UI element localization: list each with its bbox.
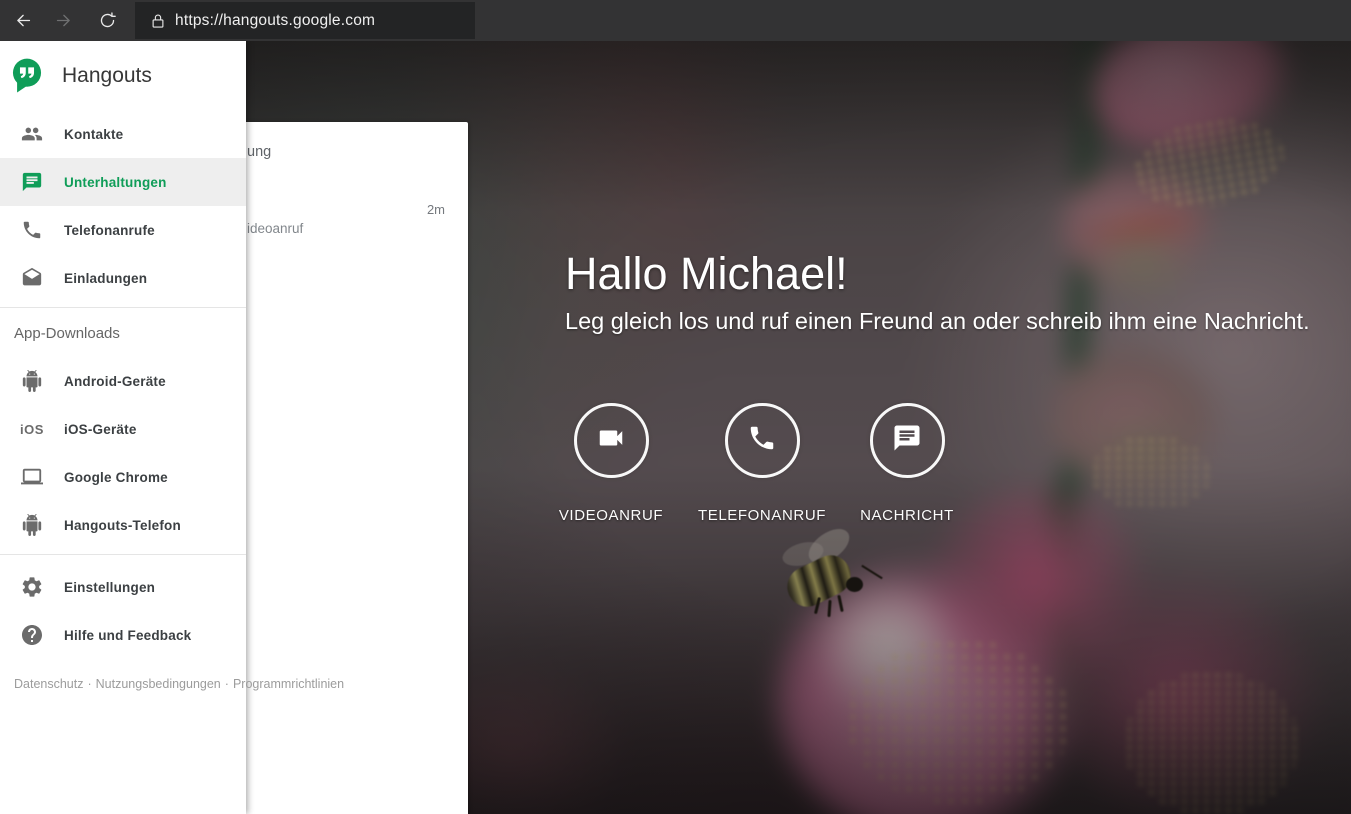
sidebar-item-hangouts-telefon[interactable]: Hangouts-Telefon — [0, 501, 246, 549]
sidebar-item-label: Telefonanrufe — [64, 222, 155, 238]
message-icon — [892, 423, 922, 458]
android-icon — [0, 370, 64, 392]
greeting-heading: Hallo Michael! — [565, 248, 848, 299]
conversation-snippet-fragment: ideoanruf — [247, 221, 304, 236]
forward-icon[interactable] — [46, 4, 80, 38]
chat-icon — [0, 171, 64, 193]
sidebar-item-ios-geraete[interactable]: iOS iOS-Geräte — [0, 405, 246, 453]
url-text: https://hangouts.google.com — [175, 11, 376, 29]
android-icon — [0, 514, 64, 536]
sidebar-item-label: Einstellungen — [64, 579, 156, 595]
sidebar-item-android-geraete[interactable]: Android-Geräte — [0, 357, 246, 405]
lock-icon[interactable] — [149, 12, 167, 30]
phone-icon — [747, 423, 777, 458]
phone-call-label: TELEFONANRUF — [697, 507, 827, 524]
terms-link[interactable]: Nutzungsbedingungen — [96, 677, 221, 691]
drawer-nav: Kontakte Unterhaltungen Telefonanrufe Ei… — [0, 110, 246, 302]
people-icon — [0, 123, 64, 145]
help-icon — [0, 623, 64, 647]
app-downloads-heading: App-Downloads — [14, 325, 120, 342]
conversation-timestamp: 2m — [426, 202, 445, 217]
sidebar-footer: Datenschutz · Nutzungsbedingungen · Programm… — [14, 675, 344, 693]
message-button[interactable]: NACHRICHT — [827, 403, 987, 524]
sidebar-item-telefonanrufe[interactable]: Telefonanrufe — [0, 206, 246, 254]
sidebar-item-google-chrome[interactable]: Google Chrome — [0, 453, 246, 501]
privacy-link[interactable]: Datenschutz — [14, 677, 83, 691]
sidebar-item-einladungen[interactable]: Einladungen — [0, 254, 246, 302]
sidebar-item-label: Hilfe und Feedback — [64, 627, 192, 643]
ios-text-icon: iOS — [20, 421, 44, 437]
app-title: Hangouts — [62, 63, 152, 87]
hangouts-logo-icon — [12, 58, 42, 93]
footer-separator: · — [87, 677, 92, 691]
mail-open-icon — [0, 267, 64, 289]
sidebar-item-label: Kontakte — [64, 126, 124, 142]
sidebar-item-label: Einladungen — [64, 270, 148, 286]
sidebar-item-label: Unterhaltungen — [64, 174, 167, 190]
sidebar-item-label: Google Chrome — [64, 469, 168, 485]
phone-icon — [0, 219, 64, 241]
gear-icon — [0, 575, 64, 599]
laptop-icon — [0, 466, 64, 488]
sidebar-item-label: Android-Geräte — [64, 373, 166, 389]
navigation-drawer: Hangouts Kontakte Unterhaltungen Telefon… — [0, 41, 344, 814]
refresh-icon[interactable] — [90, 4, 124, 38]
address-bar[interactable]: https://hangouts.google.com — [135, 2, 475, 39]
sidebar-item-einstellungen[interactable]: Einstellungen — [0, 563, 246, 611]
back-icon[interactable] — [6, 4, 40, 38]
conversation-list-panel: ung 2m ideoanruf — [246, 122, 468, 814]
phone-call-button[interactable]: TELEFONANRUF — [682, 403, 842, 524]
drawer-header: Hangouts — [0, 41, 246, 110]
message-label: NACHRICHT — [860, 507, 954, 524]
sidebar-divider — [0, 554, 246, 555]
sidebar-item-hilfe-und-feedback[interactable]: Hilfe und Feedback — [0, 611, 246, 659]
program-policies-link[interactable]: Programmrichtlinien — [233, 677, 344, 691]
conversation-panel-header-fragment: ung — [247, 144, 272, 160]
hangouts-app-window: ung 2m ideoanruf Hallo Michael! Leg glei… — [0, 0, 1351, 814]
video-call-label: VIDEOANRUF — [558, 507, 664, 524]
drawer-downloads: Android-Geräte iOS iOS-Geräte Google Chr… — [0, 357, 246, 549]
sidebar-item-label: iOS-Geräte — [64, 421, 137, 437]
sidebar-item-kontakte[interactable]: Kontakte — [0, 110, 246, 158]
drawer-settings: Einstellungen Hilfe und Feedback — [0, 563, 246, 659]
sidebar-item-unterhaltungen[interactable]: Unterhaltungen — [0, 158, 246, 206]
footer-separator: · — [224, 677, 229, 691]
video-call-button[interactable]: VIDEOANRUF — [531, 403, 691, 524]
greeting-subtitle: Leg gleich los und ruf einen Freund an o… — [565, 308, 1310, 334]
videocam-icon — [596, 423, 626, 458]
browser-toolbar: https://hangouts.google.com — [0, 0, 1351, 41]
sidebar-item-label: Hangouts-Telefon — [64, 517, 181, 533]
